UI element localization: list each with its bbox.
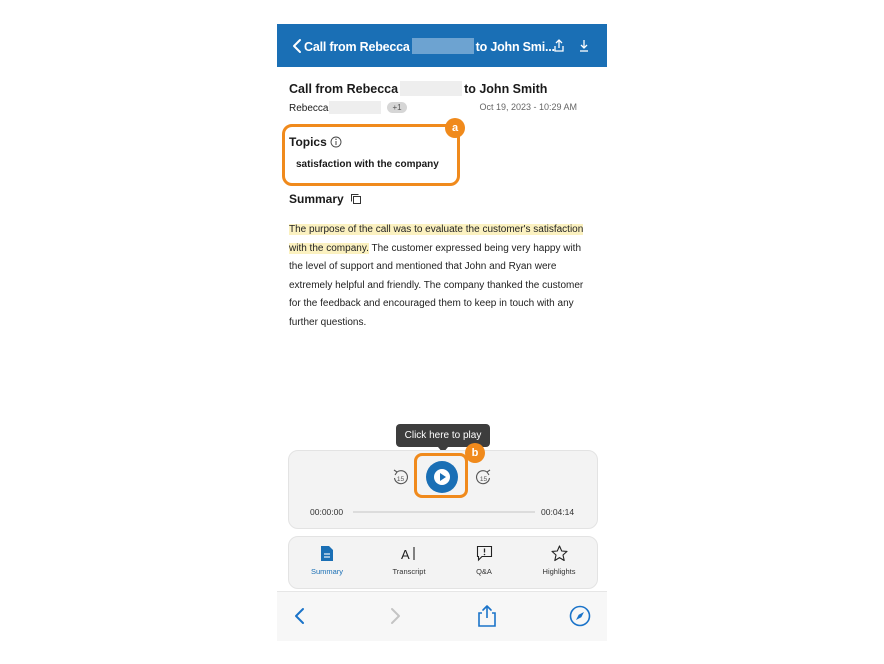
browser-forward-icon[interactable] xyxy=(384,604,406,628)
duration: 00:04:14 xyxy=(541,507,575,517)
tab-bar: Summary A Transcript Q&A Highlights xyxy=(288,536,598,589)
header-title-end: to John Smi... xyxy=(475,40,555,54)
summary-body: The customer expressed being very happy … xyxy=(289,242,584,328)
tab-label: Q&A xyxy=(476,567,492,576)
call-title: Call from Rebecca to John Smith xyxy=(289,81,547,96)
redacted-name xyxy=(400,81,463,96)
star-icon xyxy=(550,545,568,562)
topic-chip[interactable]: satisfaction with the company xyxy=(296,159,439,170)
tab-label: Transcript xyxy=(392,567,426,576)
app-header: Call from Rebecca to John Smi... xyxy=(277,24,607,67)
download-icon[interactable] xyxy=(577,38,591,54)
skip-forward-icon[interactable]: 15 xyxy=(475,468,493,486)
header-title-start: Call from Rebecca xyxy=(304,40,410,54)
tab-summary[interactable]: Summary xyxy=(297,545,357,576)
tab-label: Highlights xyxy=(542,567,576,576)
tab-label: Summary xyxy=(310,567,344,576)
call-title-start: Call from Rebecca xyxy=(289,82,399,96)
phone-screen: Call from Rebecca to John Smi... Call fro… xyxy=(277,24,607,641)
call-datetime: Oct 19, 2023 - 10:29 AM xyxy=(479,102,577,112)
tab-transcript[interactable]: A Transcript xyxy=(379,545,439,576)
summary-label: Summary xyxy=(289,192,344,206)
redacted-name xyxy=(411,38,474,54)
tab-highlights[interactable]: Highlights xyxy=(529,545,589,576)
play-button[interactable] xyxy=(426,461,458,493)
callout-marker-a: a xyxy=(445,118,465,138)
tab-qa[interactable]: Q&A xyxy=(454,545,514,576)
back-arrow-icon[interactable] xyxy=(290,37,304,55)
topics-label: Topics xyxy=(289,135,327,149)
current-time: 00:00:00 xyxy=(310,507,344,517)
topics-callout-frame xyxy=(282,124,460,186)
document-icon xyxy=(321,546,333,561)
browser-share-icon[interactable] xyxy=(476,604,498,628)
browser-back-icon[interactable] xyxy=(289,604,311,628)
svg-text:A: A xyxy=(401,547,410,562)
play-icon xyxy=(434,469,450,485)
participants: Rebecca +1 xyxy=(289,101,407,114)
call-title-end: to John Smith xyxy=(464,82,548,96)
copy-icon[interactable] xyxy=(350,193,362,205)
text-cursor-icon: A xyxy=(401,547,415,562)
info-icon[interactable] xyxy=(330,136,342,148)
skip-forward-seconds: 15 xyxy=(480,476,488,483)
skip-back-icon[interactable]: 15 xyxy=(391,468,409,486)
chat-alert-icon xyxy=(476,545,492,562)
summary-text: The purpose of the call was to evaluate … xyxy=(289,221,594,332)
share-icon[interactable] xyxy=(552,38,566,54)
participant-name: Rebecca xyxy=(289,103,329,114)
extra-participants-badge[interactable]: +1 xyxy=(387,102,407,113)
header-title: Call from Rebecca to John Smi... xyxy=(304,38,555,54)
browser-toolbar xyxy=(277,591,607,641)
redacted-name xyxy=(329,101,382,114)
skip-back-seconds: 15 xyxy=(397,476,405,483)
progress-track[interactable] xyxy=(353,511,535,513)
callout-marker-b: b xyxy=(465,443,485,463)
compass-icon[interactable] xyxy=(569,604,591,628)
